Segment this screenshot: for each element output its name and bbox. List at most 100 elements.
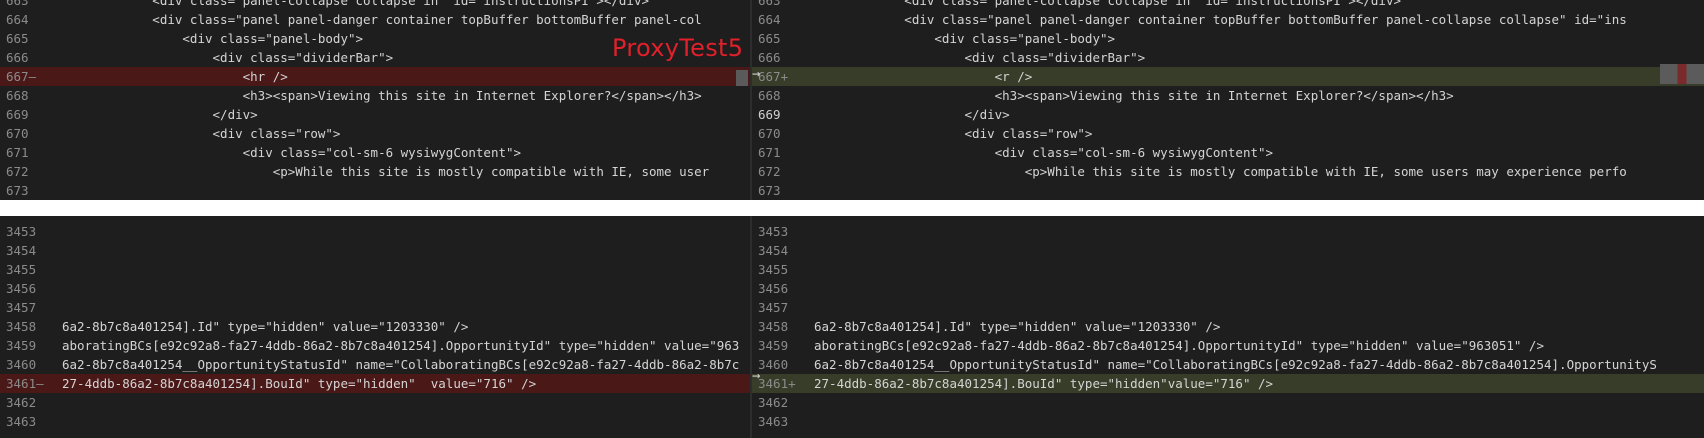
code-line[interactable]: 670 <div class="row">: [752, 124, 1704, 143]
line-number: 667–: [6, 69, 37, 84]
diff-modified-side[interactable]: 663 <div class="panel-collapse collapse …: [752, 0, 1704, 200]
line-number: 668: [6, 88, 29, 103]
code-line[interactable]: 3453: [752, 222, 1704, 241]
line-code[interactable]: 6a2-8b7c8a401254].Id" type="hidden" valu…: [62, 317, 750, 336]
line-code[interactable]: <p>While this site is mostly compatible …: [814, 162, 1704, 181]
line-number: 3460: [6, 357, 37, 372]
code-line[interactable]: 3462: [752, 393, 1704, 412]
code-line[interactable]: 3460 6a2-8b7c8a401254__OpportunityStatusI…: [0, 355, 750, 374]
line-code[interactable]: <r />: [814, 67, 1704, 86]
code-line[interactable]: 668 <h3><span>Viewing this site in Inter…: [752, 86, 1704, 105]
line-number: 3455: [6, 262, 37, 277]
added-line[interactable]: 667+ <r />: [752, 67, 1704, 86]
code-line[interactable]: 670 <div class="row">: [0, 124, 750, 143]
removed-line[interactable]: 3461– 27-4ddb-86a2-8b7c8a401254].BouId" t…: [0, 374, 750, 393]
line-code[interactable]: <div class="panel panel-danger container…: [62, 10, 750, 29]
line-code[interactable]: <div class="panel-body">: [814, 29, 1704, 48]
code-line[interactable]: 3457: [752, 298, 1704, 317]
removed-line[interactable]: 667– <hr />: [0, 67, 750, 86]
code-line[interactable]: 3453: [0, 222, 750, 241]
line-code[interactable]: </div>: [814, 105, 1704, 124]
line-number: 668: [758, 88, 781, 103]
code-line[interactable]: 671 <div class="col-sm-6 wysiwygContent"…: [0, 143, 750, 162]
code-line[interactable]: 671 <div class="col-sm-6 wysiwygContent"…: [752, 143, 1704, 162]
code-line[interactable]: 669 </div>: [0, 105, 750, 124]
code-line[interactable]: 673: [0, 181, 750, 200]
line-code[interactable]: <div class="panel-collapse collapse in" …: [62, 0, 750, 10]
line-code[interactable]: <hr />: [62, 67, 750, 86]
code-line[interactable]: 3456: [752, 279, 1704, 298]
code-line[interactable]: 3456: [0, 279, 750, 298]
line-number: 3455: [758, 262, 789, 277]
line-code[interactable]: </div>: [62, 105, 750, 124]
code-line[interactable]: 3458 6a2-8b7c8a401254].Id" type="hidden" …: [752, 317, 1704, 336]
code-line[interactable]: 3455: [0, 260, 750, 279]
scrollbar-thumb[interactable]: [736, 70, 748, 86]
line-code[interactable]: 6a2-8b7c8a401254__OpportunityStatusId" n…: [814, 355, 1704, 374]
line-code[interactable]: <div class="row">: [814, 124, 1704, 143]
code-line[interactable]: 3460 6a2-8b7c8a401254__OpportunityStatusI…: [752, 355, 1704, 374]
code-line[interactable]: 663 <div class="panel-collapse collapse …: [0, 0, 750, 10]
line-code[interactable]: <h3><span>Viewing this site in Internet …: [814, 86, 1704, 105]
line-code[interactable]: 27-4ddb-86a2-8b7c8a401254].BouId" type="…: [814, 374, 1704, 393]
code-line[interactable]: 672 <p>While this site is mostly compati…: [752, 162, 1704, 181]
code-line[interactable]: 673: [752, 181, 1704, 200]
line-code[interactable]: <div class="col-sm-6 wysiwygContent">: [62, 143, 750, 162]
line-number: 665: [758, 31, 781, 46]
line-number: 3457: [6, 300, 37, 315]
line-code[interactable]: <p>While this site is mostly compatible …: [62, 162, 750, 181]
code-line[interactable]: 3454: [752, 241, 1704, 260]
code-line[interactable]: 3459 aboratingBCs[e92c92a8-fa27-4ddb-86a2…: [752, 336, 1704, 355]
line-code[interactable]: aboratingBCs[e92c92a8-fa27-4ddb-86a2-8b7…: [62, 336, 750, 355]
code-line[interactable]: 3463: [0, 412, 750, 431]
line-code[interactable]: <h3><span>Viewing this site in Internet …: [62, 86, 750, 105]
line-number: 673: [6, 183, 29, 198]
code-line[interactable]: 664 <div class="panel panel-danger conta…: [0, 10, 750, 29]
code-line[interactable]: 672 <p>While this site is mostly compati…: [0, 162, 750, 181]
code-line[interactable]: 3455: [752, 260, 1704, 279]
line-number: 3461+: [758, 376, 796, 391]
code-line[interactable]: 663 <div class="panel-collapse collapse …: [752, 0, 1704, 10]
line-number: 3456: [6, 281, 37, 296]
line-number: 667+: [758, 69, 789, 84]
code-line[interactable]: 3457: [0, 298, 750, 317]
line-code[interactable]: 6a2-8b7c8a401254__OpportunityStatusId" n…: [62, 355, 750, 374]
diff-original-side[interactable]: 663 <div class="panel-collapse collapse …: [0, 0, 750, 200]
added-line[interactable]: 3461+ 27-4ddb-86a2-8b7c8a401254].BouId" t…: [752, 374, 1704, 393]
line-number: 3453: [6, 224, 37, 239]
line-number: 672: [758, 164, 781, 179]
code-line[interactable]: 664 <div class="panel panel-danger conta…: [752, 10, 1704, 29]
line-number: 672: [6, 164, 29, 179]
line-number: 3462: [6, 395, 37, 410]
line-code[interactable]: <div class="row">: [62, 124, 750, 143]
line-number: 671: [758, 145, 781, 160]
code-line[interactable]: 3462: [0, 393, 750, 412]
line-code[interactable]: 27-4ddb-86a2-8b7c8a401254].BouId" type="…: [62, 374, 750, 393]
code-line[interactable]: 3454: [0, 241, 750, 260]
code-line[interactable]: 3459 aboratingBCs[e92c92a8-fa27-4ddb-86a2…: [0, 336, 750, 355]
line-code[interactable]: <div class="panel-collapse collapse in" …: [814, 0, 1704, 10]
diff-modified-side[interactable]: 3453 3454 3455 3456 3457 3458 6a2-8b7c8a401254…: [752, 216, 1704, 438]
line-code[interactable]: aboratingBCs[e92c92a8-fa27-4ddb-86a2-8b7…: [814, 336, 1704, 355]
line-code[interactable]: <div class="col-sm-6 wysiwygContent">: [814, 143, 1704, 162]
code-line[interactable]: 665 <div class="panel-body">: [752, 29, 1704, 48]
change-arrow-icon[interactable]: →: [752, 368, 760, 384]
code-line[interactable]: 3458 6a2-8b7c8a401254].Id" type="hidden" …: [0, 317, 750, 336]
line-number: 663: [758, 0, 781, 8]
line-number: 663: [6, 0, 29, 8]
line-number: 664: [6, 12, 29, 27]
code-line[interactable]: 668 <h3><span>Viewing this site in Inter…: [0, 86, 750, 105]
line-number: 665: [6, 31, 29, 46]
code-line[interactable]: 3463: [752, 412, 1704, 431]
line-number: 666: [6, 50, 29, 65]
line-code[interactable]: <div class="dividerBar">: [814, 48, 1704, 67]
minimap-change-marker: [1660, 64, 1704, 84]
diff-original-side[interactable]: 3453 3454 3455 3456 3457 3458 6a2-8b7c8a401254…: [0, 216, 750, 438]
line-code[interactable]: <div class="panel panel-danger container…: [814, 10, 1704, 29]
code-line[interactable]: 666 <div class="dividerBar">: [752, 48, 1704, 67]
line-code[interactable]: 6a2-8b7c8a401254].Id" type="hidden" valu…: [814, 317, 1704, 336]
diff-pane-top: 663 <div class="panel-collapse collapse …: [0, 0, 1704, 200]
change-arrow-icon[interactable]: →: [752, 66, 760, 82]
code-line[interactable]: 669 </div>: [752, 105, 1704, 124]
line-number: 3453: [758, 224, 789, 239]
